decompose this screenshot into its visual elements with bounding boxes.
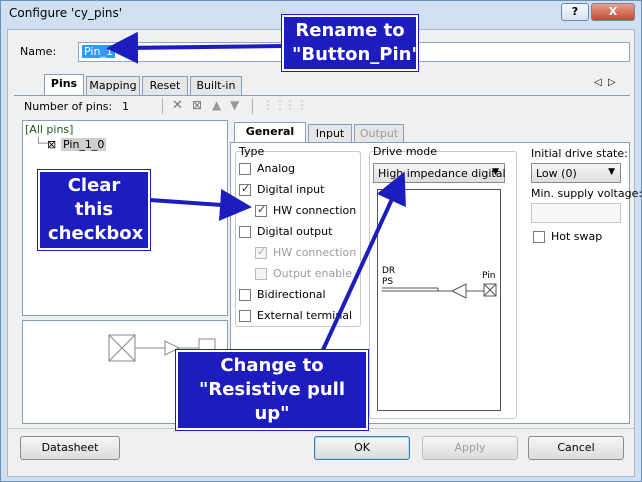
change-arrow bbox=[320, 171, 406, 353]
rename-arrow bbox=[106, 31, 283, 64]
change-callout: Change to "Resistive pull up" bbox=[175, 349, 369, 431]
rename-callout: Rename to "Button_Pin" bbox=[281, 14, 421, 72]
clear-callout: Clear this checkbox bbox=[37, 169, 151, 251]
clear-arrow bbox=[149, 188, 252, 221]
